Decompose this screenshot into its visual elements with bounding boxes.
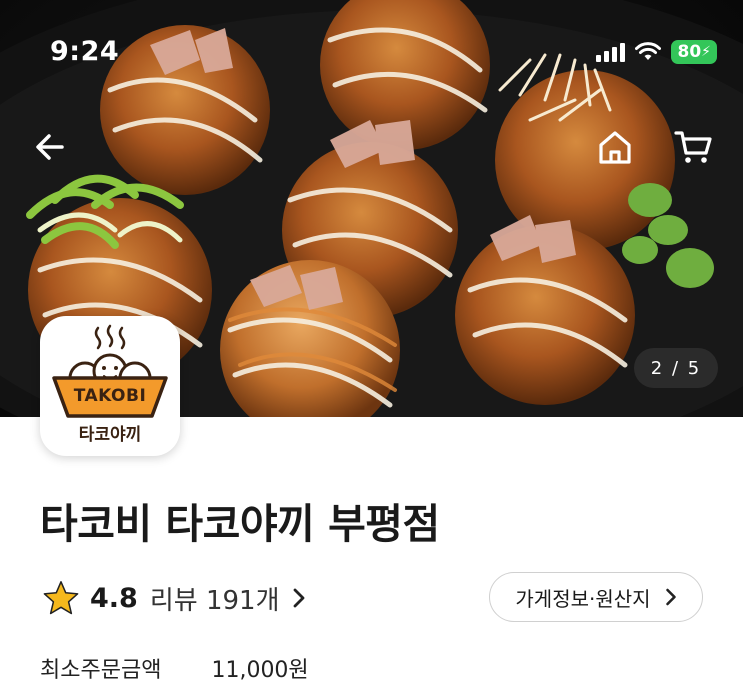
store-info-label: 가게정보·원산지 — [515, 586, 651, 611]
chevron-right-icon — [665, 588, 676, 606]
store-info-button[interactable]: 가게정보·원산지 — [489, 572, 703, 622]
back-arrow-icon — [36, 134, 64, 160]
signal-icon — [596, 42, 626, 62]
min-order-value: 11,000원 — [211, 658, 309, 683]
chevron-right-icon — [293, 588, 304, 608]
status-icons: 80 ⚡ — [596, 40, 717, 64]
cart-button[interactable] — [668, 122, 718, 172]
logo-brand-ko: 타코야끼 — [78, 425, 142, 445]
logo-brand-en: TAKOBI — [73, 386, 147, 406]
carousel-page-counter: 2 / 5 — [634, 348, 718, 388]
store-name: 타코비 타코야끼 부평점 — [40, 500, 440, 548]
reviews-link[interactable]: 4.8 리뷰 191개 — [42, 578, 306, 618]
min-order-label: 최소주문금액 — [40, 658, 162, 683]
home-button[interactable] — [590, 122, 640, 172]
wifi-icon — [635, 42, 662, 60]
battery-level: 80 — [677, 42, 702, 62]
cart-icon — [674, 131, 712, 163]
battery-charging-icon: 80 ⚡ — [671, 40, 717, 64]
star-icon — [43, 581, 79, 615]
rating-value: 4.8 — [90, 582, 138, 614]
review-count: 리뷰 191개 — [149, 585, 280, 616]
status-time: 9:24 — [50, 36, 120, 67]
min-order-row: 최소주문금액 11,000원 — [40, 652, 309, 684]
home-icon — [599, 131, 631, 164]
store-logo: TAKOBI 타코야끼 — [40, 316, 180, 456]
back-button[interactable] — [25, 122, 75, 172]
